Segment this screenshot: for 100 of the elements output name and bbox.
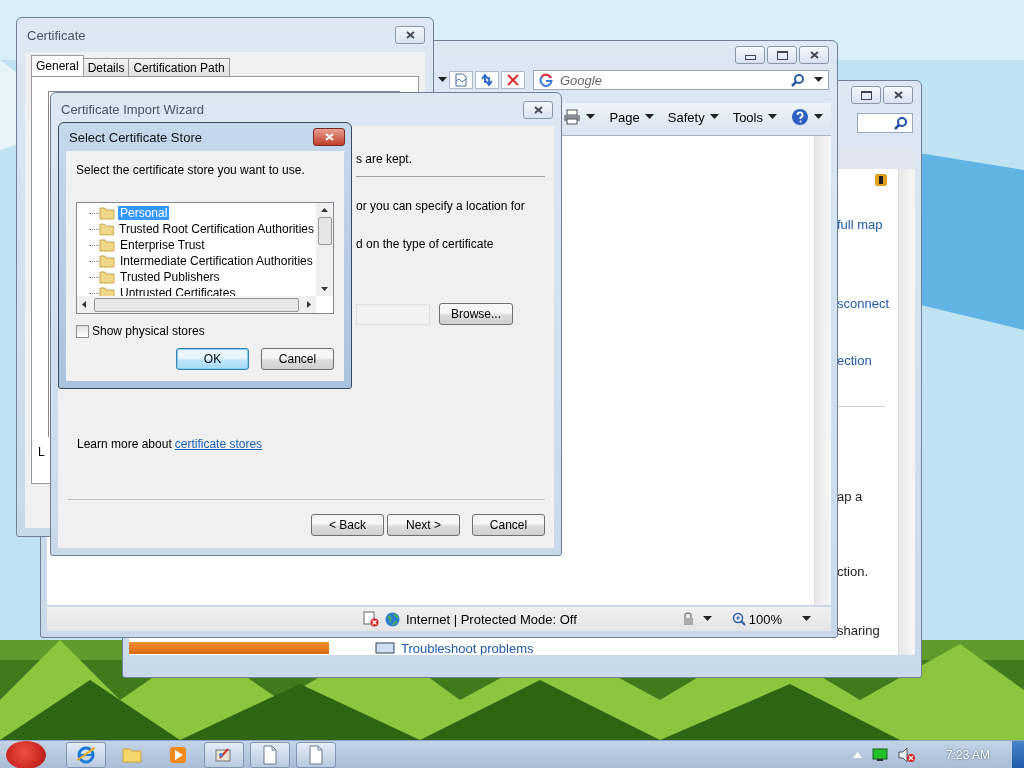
taskbar-button[interactable] [296,741,336,768]
window-title: Certificate Import Wizard [61,102,206,117]
scrollbar[interactable] [316,203,333,296]
play-icon [169,745,187,764]
close-button[interactable] [523,100,553,119]
globe-icon [76,744,96,765]
document-icon [308,744,324,765]
wizard-button[interactable]: Next > [387,514,460,536]
dropdown-arrow-icon [644,114,654,120]
zoom-icon [731,612,746,626]
dropdown-arrow-icon [814,114,823,120]
scroll-up-icon[interactable] [321,208,328,212]
search-field[interactable] [857,113,913,133]
dropdown-arrow-icon[interactable] [814,77,823,83]
status-text: Internet | Protected Mode: Off [406,611,577,627]
maximize-button[interactable] [767,46,797,64]
learn-more-text: Learn more about [77,437,172,451]
dropdown-arrow-icon [709,114,719,120]
taskbar-button[interactable] [204,741,244,768]
printer-icon [563,109,582,125]
text-fragment: ction. [837,564,869,579]
scroll-down-icon[interactable] [321,287,328,291]
prompt-text: Select the certificate store you want to use. [76,163,306,177]
wizard-button[interactable]: Cancel [472,514,545,536]
globe-icon [385,611,400,627]
certificate-stores-link[interactable]: certificate stores [174,437,263,451]
scrollbar[interactable] [814,136,831,605]
blocked-page-icon [363,611,379,627]
scrollbar[interactable] [77,296,316,313]
stop-button[interactable] [501,71,525,89]
start-button[interactable] [6,740,46,768]
taskbar-button[interactable] [250,741,290,768]
link[interactable]: full map [837,217,883,232]
dropdown-arrow-icon[interactable] [438,77,447,83]
close-button[interactable] [799,46,829,64]
dropdown-arrow-icon[interactable] [702,616,712,622]
window-title: Select Certificate Store [69,129,203,145]
checkbox[interactable] [76,324,89,338]
link[interactable]: Troubleshoot problems [401,640,534,655]
checkbox-label: Show physical stores [92,324,205,338]
menu-button[interactable]: Safety [665,107,721,127]
dropdown-arrow-icon [586,114,596,120]
scrollbar[interactable] [898,169,915,655]
close-icon [324,133,334,141]
broken-page-icon [454,73,468,87]
close-icon [893,91,903,99]
folder-icon [99,238,115,252]
document-icon [262,744,278,765]
folder-icon [99,254,115,268]
tree-item[interactable]: Intermediate Certification Authorities [118,254,315,268]
link[interactable]: ection [837,353,872,368]
tab[interactable]: Details [82,58,130,76]
scroll-left-icon[interactable] [82,301,86,308]
compatibility-view-button[interactable] [449,71,473,89]
muted-speaker-icon[interactable] [897,746,916,763]
tree-item[interactable]: Trusted Root Certification Authorities [117,222,316,236]
monitor-icon[interactable] [871,747,888,762]
text-fragment: L [38,445,45,459]
text-fragment: or you can specify a location for [356,199,525,213]
refresh-icon [480,73,494,87]
close-button[interactable] [883,86,913,104]
link[interactable]: sconnect [837,296,890,311]
text-fragment: s are kept. [356,152,413,166]
dialog-button[interactable]: OK [176,348,249,370]
stop-icon [507,74,519,86]
minimize-button[interactable] [735,46,765,64]
tab[interactable]: General [31,55,84,76]
help-icon [791,108,809,126]
tree-item[interactable]: Enterprise Trust [118,238,207,252]
refresh-button[interactable] [475,71,499,89]
close-button[interactable] [313,128,345,146]
search-icon[interactable] [791,73,805,87]
menu-button[interactable]: Page [607,107,656,127]
search-icon[interactable] [894,116,908,130]
tab[interactable]: Certification Path [128,58,230,76]
close-button[interactable] [395,26,425,44]
zoom-button[interactable]: 100% [731,611,782,627]
text-fragment: sharing [837,623,880,638]
wizard-button[interactable]: < Back [311,514,384,536]
text-fragment: ap a [837,489,863,504]
search-field[interactable]: Google [533,70,829,90]
close-icon [533,105,543,114]
tree-item[interactable]: Trusted Publishers [118,270,222,284]
taskbar-button[interactable] [66,741,106,768]
browse-button[interactable]: Browse... [439,303,513,325]
close-icon [405,31,415,39]
folder-icon [99,270,115,284]
scroll-right-icon[interactable] [307,301,311,308]
menu-button[interactable]: Tools [730,107,779,127]
close-icon [809,51,819,59]
dialog-button[interactable]: Cancel [261,348,334,370]
folder-icon [99,206,115,220]
folder-icon [98,222,114,236]
show-desktop-button[interactable] [1012,740,1024,768]
dropdown-arrow-icon[interactable] [802,616,811,622]
print-button[interactable] [561,107,598,127]
help-button[interactable] [789,106,825,128]
monitor-icon [375,642,395,654]
text-fragment: d on the type of certificate [356,237,494,251]
maximize-button[interactable] [851,86,881,104]
